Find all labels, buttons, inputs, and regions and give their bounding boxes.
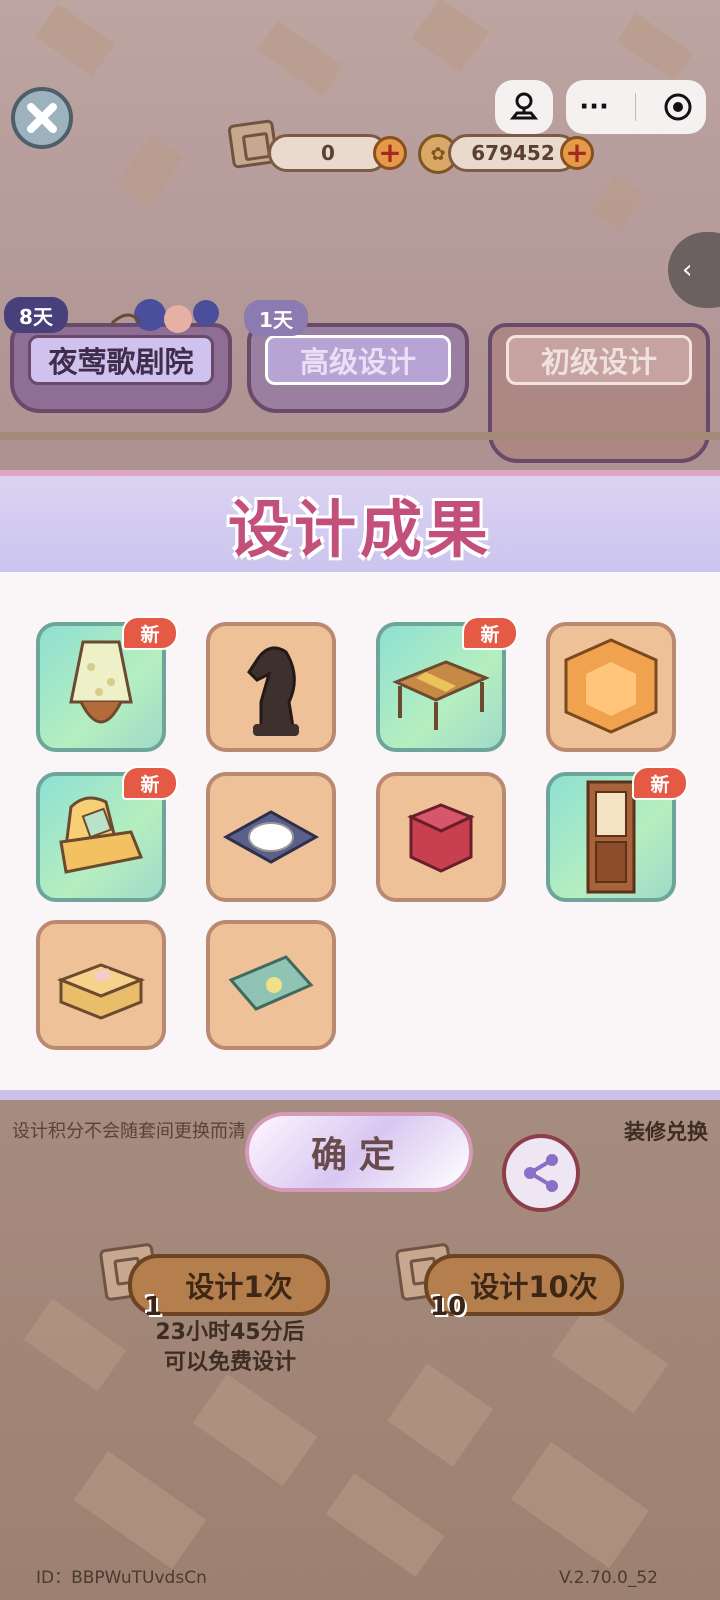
tab-label: 夜莺歌剧院 — [28, 335, 214, 385]
red-stool-icon — [407, 803, 475, 873]
decoration-redeem-link[interactable]: 装修兑换 — [624, 1116, 708, 1146]
free-design-timer: 23小时45分后 可以免费设计 — [110, 1318, 350, 1378]
player-id: ID：BBPWuTUvdsCn — [36, 1568, 207, 1588]
chevron-left-icon: ‹ — [682, 255, 693, 285]
side-panel-toggle[interactable]: ‹ — [668, 232, 720, 308]
capsule-menu[interactable]: ··· — [566, 80, 706, 134]
share-icon — [524, 1154, 558, 1192]
corner-cabinet-icon — [564, 638, 658, 734]
reward-item-chess-knight[interactable] — [206, 622, 336, 752]
joystick-icon — [509, 92, 539, 120]
new-badge: 新 — [122, 766, 178, 800]
confirm-button[interactable]: 确定 — [245, 1112, 473, 1192]
reward-item-armchair[interactable]: 新 — [36, 766, 178, 902]
close-button[interactable] — [11, 87, 73, 149]
background-shard — [116, 133, 184, 207]
background-shard — [73, 1451, 207, 1569]
background-shard — [192, 1373, 318, 1487]
add-coins-button[interactable]: + — [560, 136, 594, 170]
panel-header: 设计成果 — [0, 476, 720, 572]
reward-item-cushion-roll[interactable] — [206, 920, 336, 1050]
chess-knight-icon — [247, 646, 299, 736]
tissue-box-icon — [56, 963, 146, 1020]
background-shard — [411, 0, 489, 73]
free-timer-line: 23小时45分后 — [155, 1320, 305, 1345]
add-tickets-button[interactable]: + — [373, 136, 407, 170]
reward-item-wooden-table[interactable]: 新 — [376, 616, 518, 752]
reward-item-plate-placemat[interactable] — [206, 772, 336, 902]
new-badge: 新 — [632, 766, 688, 800]
new-badge: 新 — [462, 616, 518, 650]
tab-label: 初级设计 — [506, 335, 692, 385]
share-button[interactable] — [502, 1134, 580, 1212]
flower-decoration-icon — [111, 299, 219, 333]
reward-item-red-stool[interactable] — [376, 772, 506, 902]
version-label: V.2.70.0_52 — [558, 1568, 658, 1588]
background-shard — [34, 3, 116, 77]
plus-icon: + — [378, 136, 402, 169]
design-points-hint: 设计积分不会随套间更换而清 — [12, 1121, 246, 1142]
free-timer-line: 可以免费设计 — [163, 1350, 296, 1375]
ticket-counter: 0 — [268, 134, 388, 172]
background-shard — [616, 12, 694, 82]
reward-item-tissue-box[interactable] — [36, 920, 166, 1050]
armchair-icon — [59, 796, 144, 874]
coin-count: 679452 — [471, 141, 555, 165]
background-shard — [325, 1472, 445, 1578]
new-badge: 新 — [122, 616, 178, 650]
plate-placemat-icon — [222, 810, 320, 864]
background-shard — [510, 1441, 650, 1569]
close-icon — [27, 103, 57, 133]
reward-item-corner-cabinet[interactable] — [546, 622, 676, 752]
design-ten-label: 设计10次 — [470, 1270, 598, 1304]
more-dots-icon[interactable]: ··· — [579, 92, 609, 122]
reward-item-floral-lamp[interactable]: 新 — [36, 616, 178, 752]
days-left-badge: 8天 — [4, 297, 68, 333]
tab-nightingale-opera[interactable]: 夜莺歌剧院 — [10, 299, 232, 413]
tab-label: 高级设计 — [265, 335, 451, 385]
exit-target-icon[interactable] — [663, 92, 693, 122]
panel-title: 设计成果 — [227, 493, 492, 566]
ticket-count: 0 — [321, 141, 335, 165]
background-shard — [590, 173, 646, 231]
reward-item-glass-cabinet[interactable]: 新 — [546, 766, 688, 902]
design-result-panel: 设计成果 新 新 新 新 — [0, 470, 720, 1100]
background-shard — [387, 1363, 493, 1467]
days-left-badge: 1天 — [244, 300, 308, 336]
cost-ten: 10 — [430, 1292, 467, 1322]
tab-basic-design[interactable]: 初级设计 — [488, 323, 710, 463]
wooden-table-icon — [392, 660, 490, 730]
design-once-label: 设计1次 — [185, 1270, 293, 1304]
background-shard — [551, 1306, 669, 1414]
plus-icon: + — [565, 136, 589, 169]
tab-advanced-design[interactable]: 高级设计 — [247, 323, 469, 413]
confirm-label: 确定 — [310, 1135, 407, 1176]
ground-line — [0, 432, 720, 440]
background-shard — [256, 20, 344, 96]
profile-button[interactable] — [495, 80, 553, 134]
cushion-roll-icon — [228, 955, 314, 1011]
capsule-divider — [635, 93, 637, 121]
coin-counter: 679452 — [448, 134, 578, 172]
